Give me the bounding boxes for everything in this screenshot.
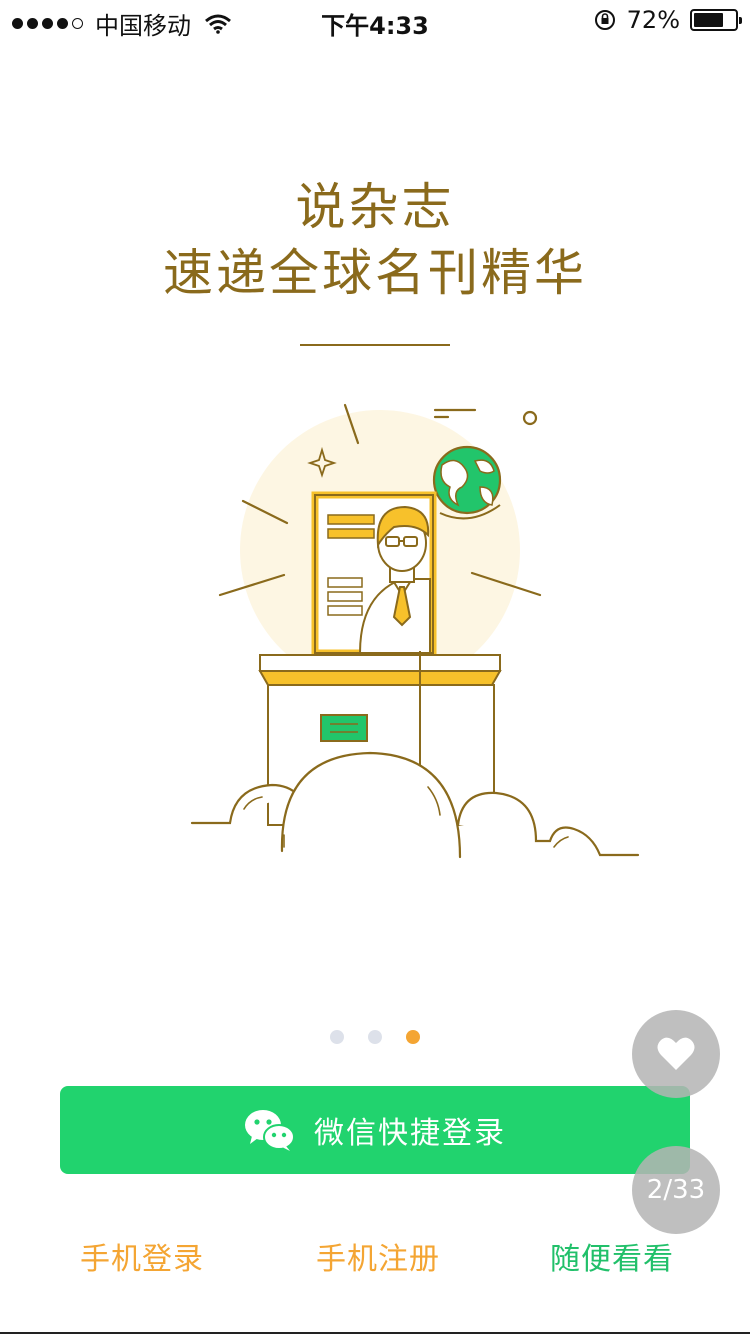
headline: 说杂志 速递全球名刊精华 — [0, 174, 750, 306]
battery-fill — [694, 13, 723, 27]
headline-subtitle: 速递全球名刊精华 — [163, 244, 587, 302]
status-right: 72% — [593, 6, 742, 34]
page-counter-button[interactable]: 2/33 — [632, 1146, 720, 1234]
status-bar: 中国移动 下午4:33 72% — [0, 0, 750, 40]
phone-register-link[interactable]: 手机注册 — [316, 1234, 440, 1278]
headline-title: 说杂志 — [295, 178, 455, 236]
headline-divider — [300, 344, 450, 346]
page-counter-label: 2/33 — [646, 1175, 706, 1205]
pager-dot[interactable] — [406, 1030, 420, 1044]
wechat-login-label: 微信快捷登录 — [314, 1116, 506, 1151]
battery-percent: 72% — [626, 6, 680, 34]
newsstand-illustration — [190, 403, 640, 859]
phone-login-link[interactable]: 手机登录 — [80, 1234, 204, 1278]
wechat-login-button[interactable]: 微信快捷登录 — [60, 1086, 690, 1174]
browse-link[interactable]: 随便看看 — [550, 1234, 674, 1278]
favorite-button[interactable] — [632, 1010, 720, 1098]
heart-icon — [657, 1037, 695, 1070]
wechat-icon — [245, 1110, 295, 1151]
pager-dot[interactable] — [368, 1030, 382, 1044]
orientation-lock-icon — [594, 10, 615, 30]
pager-dot[interactable] — [330, 1030, 344, 1044]
battery-icon — [690, 9, 742, 31]
